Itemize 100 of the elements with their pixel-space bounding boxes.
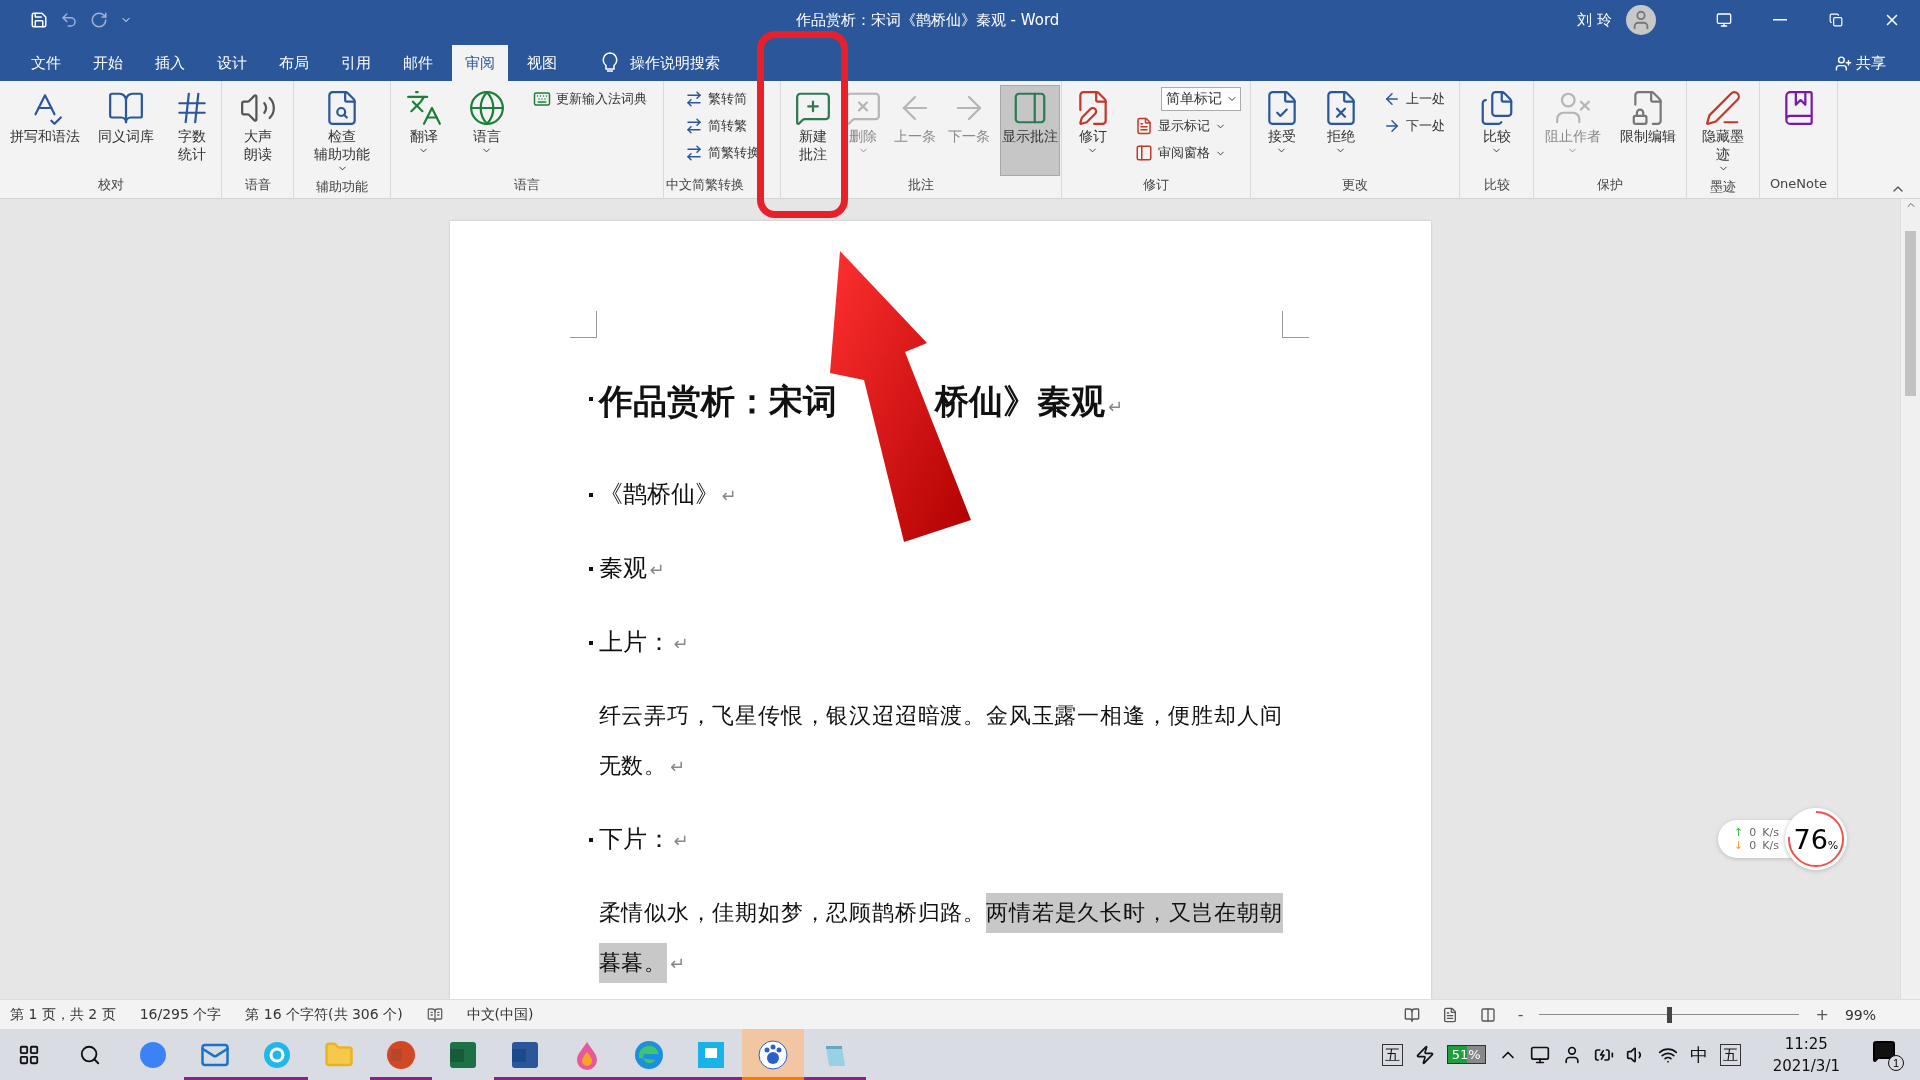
ribbon-button[interactable]: 上一处 — [1379, 87, 1450, 111]
proofing-icon[interactable] — [426, 1006, 443, 1023]
ribbon-button[interactable]: 接受 — [1260, 85, 1303, 176]
ribbon-button[interactable]: 审阅窗格 — [1130, 141, 1241, 165]
taskbar-app[interactable] — [742, 1029, 804, 1080]
ribbon-tab[interactable]: 文件 — [18, 45, 74, 81]
globe-icon — [468, 89, 506, 127]
group-label: 辅助功能 — [315, 178, 369, 196]
group-label: 批注 — [907, 176, 935, 194]
save-icon — [30, 11, 48, 29]
swap-icon — [684, 144, 703, 162]
ribbon-tab[interactable]: 开始 — [80, 45, 136, 81]
ribbon-button[interactable]: 显示批注 — [1000, 85, 1060, 176]
person-plus-icon — [1835, 54, 1852, 72]
input-language[interactable]: 中 — [1689, 1042, 1708, 1067]
undo-icon — [60, 11, 78, 29]
ribbon-tab[interactable]: 引用 — [328, 45, 384, 81]
group-label: 比较 — [1482, 176, 1511, 194]
columns-icon — [1479, 1006, 1496, 1023]
edge-icon — [634, 1039, 664, 1070]
restore-icon — [1829, 13, 1843, 27]
swap-icon — [684, 117, 703, 135]
ribbon-tab[interactable]: 视图 — [514, 45, 570, 81]
document-icon — [1134, 117, 1153, 135]
status-text: 第 16 个字符(共 306 个) — [245, 1005, 403, 1024]
status-text: 16/295 个字 — [139, 1005, 222, 1024]
keyboard-icon — [533, 90, 552, 108]
lightbulb-icon — [602, 52, 618, 74]
document-paragraph: 上片：↵ — [587, 617, 1294, 669]
document-icon — [1441, 1006, 1458, 1023]
group-label: 语音 — [243, 176, 272, 194]
markup-dropdown[interactable]: 简单标记 — [1160, 87, 1241, 111]
app-tile-icon — [696, 1039, 726, 1070]
language-status[interactable]: 中文(中国) — [466, 1005, 534, 1024]
ribbon-button[interactable]: 同义词库 — [96, 85, 157, 176]
share-button[interactable]: 共享 — [1829, 45, 1892, 81]
user-name: 刘 玲 — [1577, 10, 1612, 30]
zoom-thumb[interactable] — [1667, 1006, 1673, 1023]
zoom-out-button[interactable]: - — [1511, 1004, 1530, 1025]
swap-icon — [684, 90, 703, 108]
spreadsheet-app-icon — [448, 1039, 478, 1070]
ribbon-tab[interactable]: 审阅 — [452, 45, 508, 81]
minimize-icon — [1773, 19, 1787, 21]
scrollbar-thumb[interactable] — [1905, 231, 1916, 396]
ribbon-tab[interactable]: 设计 — [204, 45, 260, 81]
group-label: 修订 — [1142, 176, 1170, 194]
memory-gauge[interactable]: 76% — [1784, 808, 1847, 870]
zoom-percent[interactable]: 99% — [1844, 1006, 1876, 1023]
lightning-icon — [1414, 1044, 1435, 1065]
ribbon-button[interactable]: 修订 — [1071, 85, 1114, 176]
ime-indicator[interactable]: 五 — [1381, 1043, 1403, 1066]
tell-me-search[interactable]: 操作说明搜索 — [596, 45, 726, 81]
group-label: 墨迹 — [1709, 178, 1737, 196]
vertical-scrollbar[interactable] — [1900, 199, 1920, 999]
document-paragraph: 《鹊桥仙》↵ — [587, 469, 1294, 521]
clock[interactable]: 11:25 2021/3/1 — [1772, 1032, 1840, 1077]
ime-indicator[interactable]: 五 — [1719, 1043, 1741, 1066]
monitor-icon — [1716, 12, 1732, 28]
document-paragraph: 纤云弄巧，飞星传恨，银汉迢迢暗渡。金风玉露一相逢，便胜却人间无数。↵ — [597, 702, 1284, 780]
zoom-in-button[interactable]: + — [1809, 1004, 1835, 1025]
slides-app-icon — [386, 1039, 416, 1070]
notification-button[interactable]: 1 — [1872, 1038, 1904, 1071]
ribbon-button[interactable]: 大声 朗读 — [236, 85, 279, 176]
ribbon-button[interactable]: 显示标记 — [1130, 114, 1241, 138]
ribbon-button[interactable]: 检查 辅助功能 — [312, 85, 372, 178]
translate-icon — [404, 89, 443, 127]
document-app-icon — [510, 1039, 540, 1070]
ribbon-tab[interactable]: 邮件 — [390, 45, 446, 81]
ribbon-tab[interactable]: 布局 — [266, 45, 322, 81]
group-label: 校对 — [96, 176, 125, 194]
ribbon-button[interactable]: 翻译 — [402, 85, 445, 176]
ribbon-button[interactable]: 更新输入法词典 — [529, 87, 652, 111]
ribbon-button[interactable]: 下一处 — [1379, 114, 1450, 138]
document-heading: 作品赏析：宋词 桥仙》秦观↵ — [587, 373, 1294, 435]
group-label: 中文简繁转换 — [666, 176, 745, 194]
pen-icon — [1704, 89, 1742, 127]
ribbon-button[interactable]: 拒绝 — [1320, 85, 1362, 176]
document-paragraph: 秦观↵ — [587, 543, 1294, 595]
ribbon-button[interactable]: 比较 — [1475, 85, 1518, 176]
group-label: 语言 — [513, 176, 541, 194]
ribbon-button[interactable]: 新建 批注 — [792, 85, 834, 176]
monitor-icon[interactable] — [1529, 1044, 1550, 1065]
ribbon-button[interactable]: 字数 统计 — [170, 85, 213, 176]
ribbon-button[interactable]: 拼写和语法 — [8, 85, 83, 176]
ribbon-button[interactable]: 简转繁 — [680, 114, 764, 138]
ribbon-button[interactable]: 隐藏墨 迹 — [1700, 85, 1746, 178]
ribbon-button[interactable]: 限制编辑 — [1617, 85, 1678, 176]
message-icon — [1872, 1038, 1896, 1063]
redo-icon — [90, 11, 108, 29]
ribbon-button[interactable]: 繁转简 — [680, 87, 764, 111]
windows-icon — [18, 1043, 40, 1066]
window-title: 作品赏析：宋词《鹊桥仙》秦观 - Word — [794, 10, 1061, 30]
document-paragraph: 下片：↵ — [587, 814, 1294, 866]
group-label: 更改 — [1341, 176, 1369, 194]
corner-mark — [1281, 311, 1309, 338]
book-icon — [1403, 1006, 1420, 1023]
search-icon — [79, 1043, 101, 1066]
avatar[interactable] — [1626, 5, 1656, 35]
ribbon-tab[interactable]: 插入 — [142, 45, 198, 81]
ribbon-button[interactable]: 语言 — [466, 85, 508, 176]
